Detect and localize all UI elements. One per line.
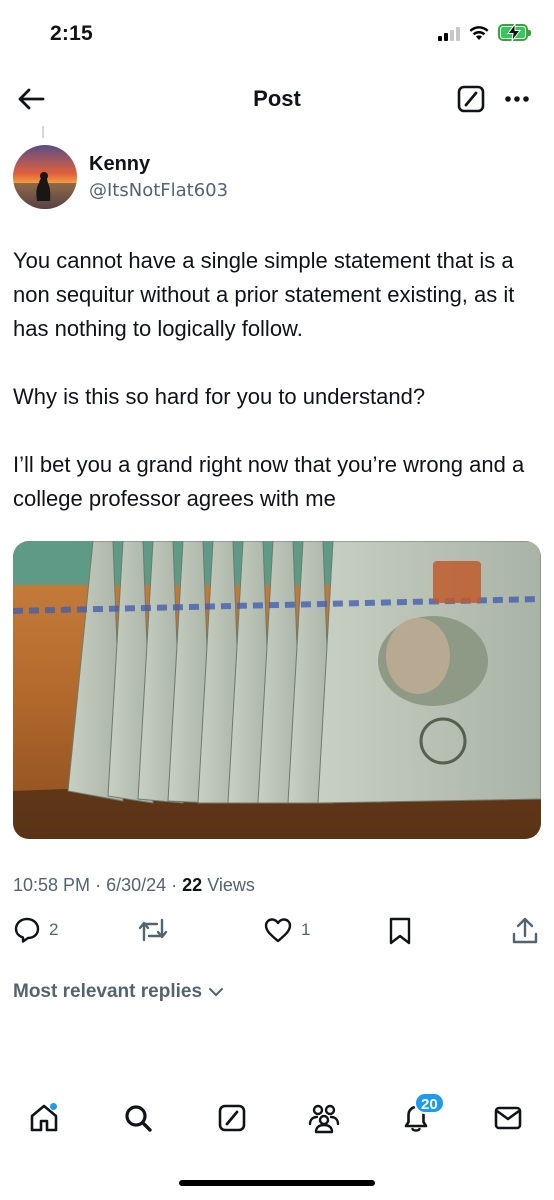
search-icon — [125, 1105, 152, 1132]
author-name[interactable]: Kenny — [89, 153, 150, 176]
tab-messages[interactable] — [488, 1098, 528, 1138]
home-indicator[interactable] — [179, 1180, 375, 1186]
replies-sort-dropdown[interactable]: Most relevant replies — [13, 981, 224, 1003]
author-handle[interactable]: @ItsNotFlat603 — [89, 180, 228, 201]
communities-icon — [308, 1104, 340, 1134]
cellular-signal-icon — [438, 25, 460, 41]
chevron-down-icon — [209, 988, 224, 996]
tweet-media[interactable] — [13, 541, 541, 839]
repost-icon — [138, 918, 168, 942]
repost-button[interactable] — [137, 916, 177, 944]
tab-communities[interactable] — [304, 1098, 344, 1138]
like-button[interactable]: 1 — [263, 916, 310, 944]
compose-icon — [457, 85, 485, 113]
reply-count: 2 — [49, 920, 59, 939]
tab-notifications[interactable]: 20 — [396, 1092, 445, 1138]
media-image — [13, 541, 541, 839]
tweet-text: You cannot have a single simple statemen… — [13, 244, 543, 516]
notifications-badge: 20 — [414, 1092, 445, 1114]
mail-icon — [494, 1106, 522, 1130]
thread-connector — [42, 126, 44, 138]
meta-separator: · — [95, 875, 102, 895]
tweet-actions: 2 1 — [13, 916, 543, 952]
battery-charging-icon — [498, 24, 531, 41]
status-bar: 2:15 — [0, 0, 554, 70]
heart-icon — [264, 918, 292, 943]
compose-button[interactable] — [454, 82, 488, 116]
views-count[interactable]: 22 — [182, 875, 202, 895]
tweet-paragraph: Why is this so hard for you to understan… — [13, 384, 426, 409]
views-label: Views — [207, 875, 255, 895]
bookmark-button[interactable] — [387, 916, 413, 946]
tweet-paragraph: You cannot have a single simple statemen… — [13, 248, 521, 341]
post-header: Post — [0, 72, 554, 128]
avatar[interactable] — [13, 145, 77, 209]
status-icons — [438, 24, 531, 41]
share-button[interactable] — [511, 916, 539, 946]
share-icon — [512, 917, 538, 944]
compose-icon — [218, 1104, 246, 1132]
tweet-date: 6/30/24 — [106, 875, 167, 895]
tab-search[interactable] — [118, 1098, 158, 1138]
unread-dot — [49, 1102, 58, 1111]
wifi-icon — [469, 26, 489, 40]
tweet-meta: 10:58 PM · 6/30/24 · 22 Views — [13, 875, 255, 896]
meta-separator: · — [171, 875, 178, 895]
tab-home[interactable] — [24, 1098, 64, 1138]
like-count: 1 — [301, 920, 311, 939]
tweet-time: 10:58 PM — [13, 875, 91, 895]
reply-button[interactable]: 2 — [13, 916, 58, 944]
bookmark-icon — [389, 917, 411, 945]
tab-compose[interactable] — [212, 1098, 252, 1138]
avatar-image — [13, 145, 77, 209]
tweet-paragraph: I’ll bet you a grand right now that you’… — [13, 452, 531, 511]
status-time: 2:15 — [50, 22, 93, 45]
more-horizontal-icon — [505, 96, 529, 102]
reply-icon — [14, 917, 40, 943]
replies-sort-label: Most relevant replies — [13, 981, 203, 1002]
more-button[interactable] — [500, 82, 534, 116]
bottom-tab-bar: 20 — [0, 1090, 554, 1150]
